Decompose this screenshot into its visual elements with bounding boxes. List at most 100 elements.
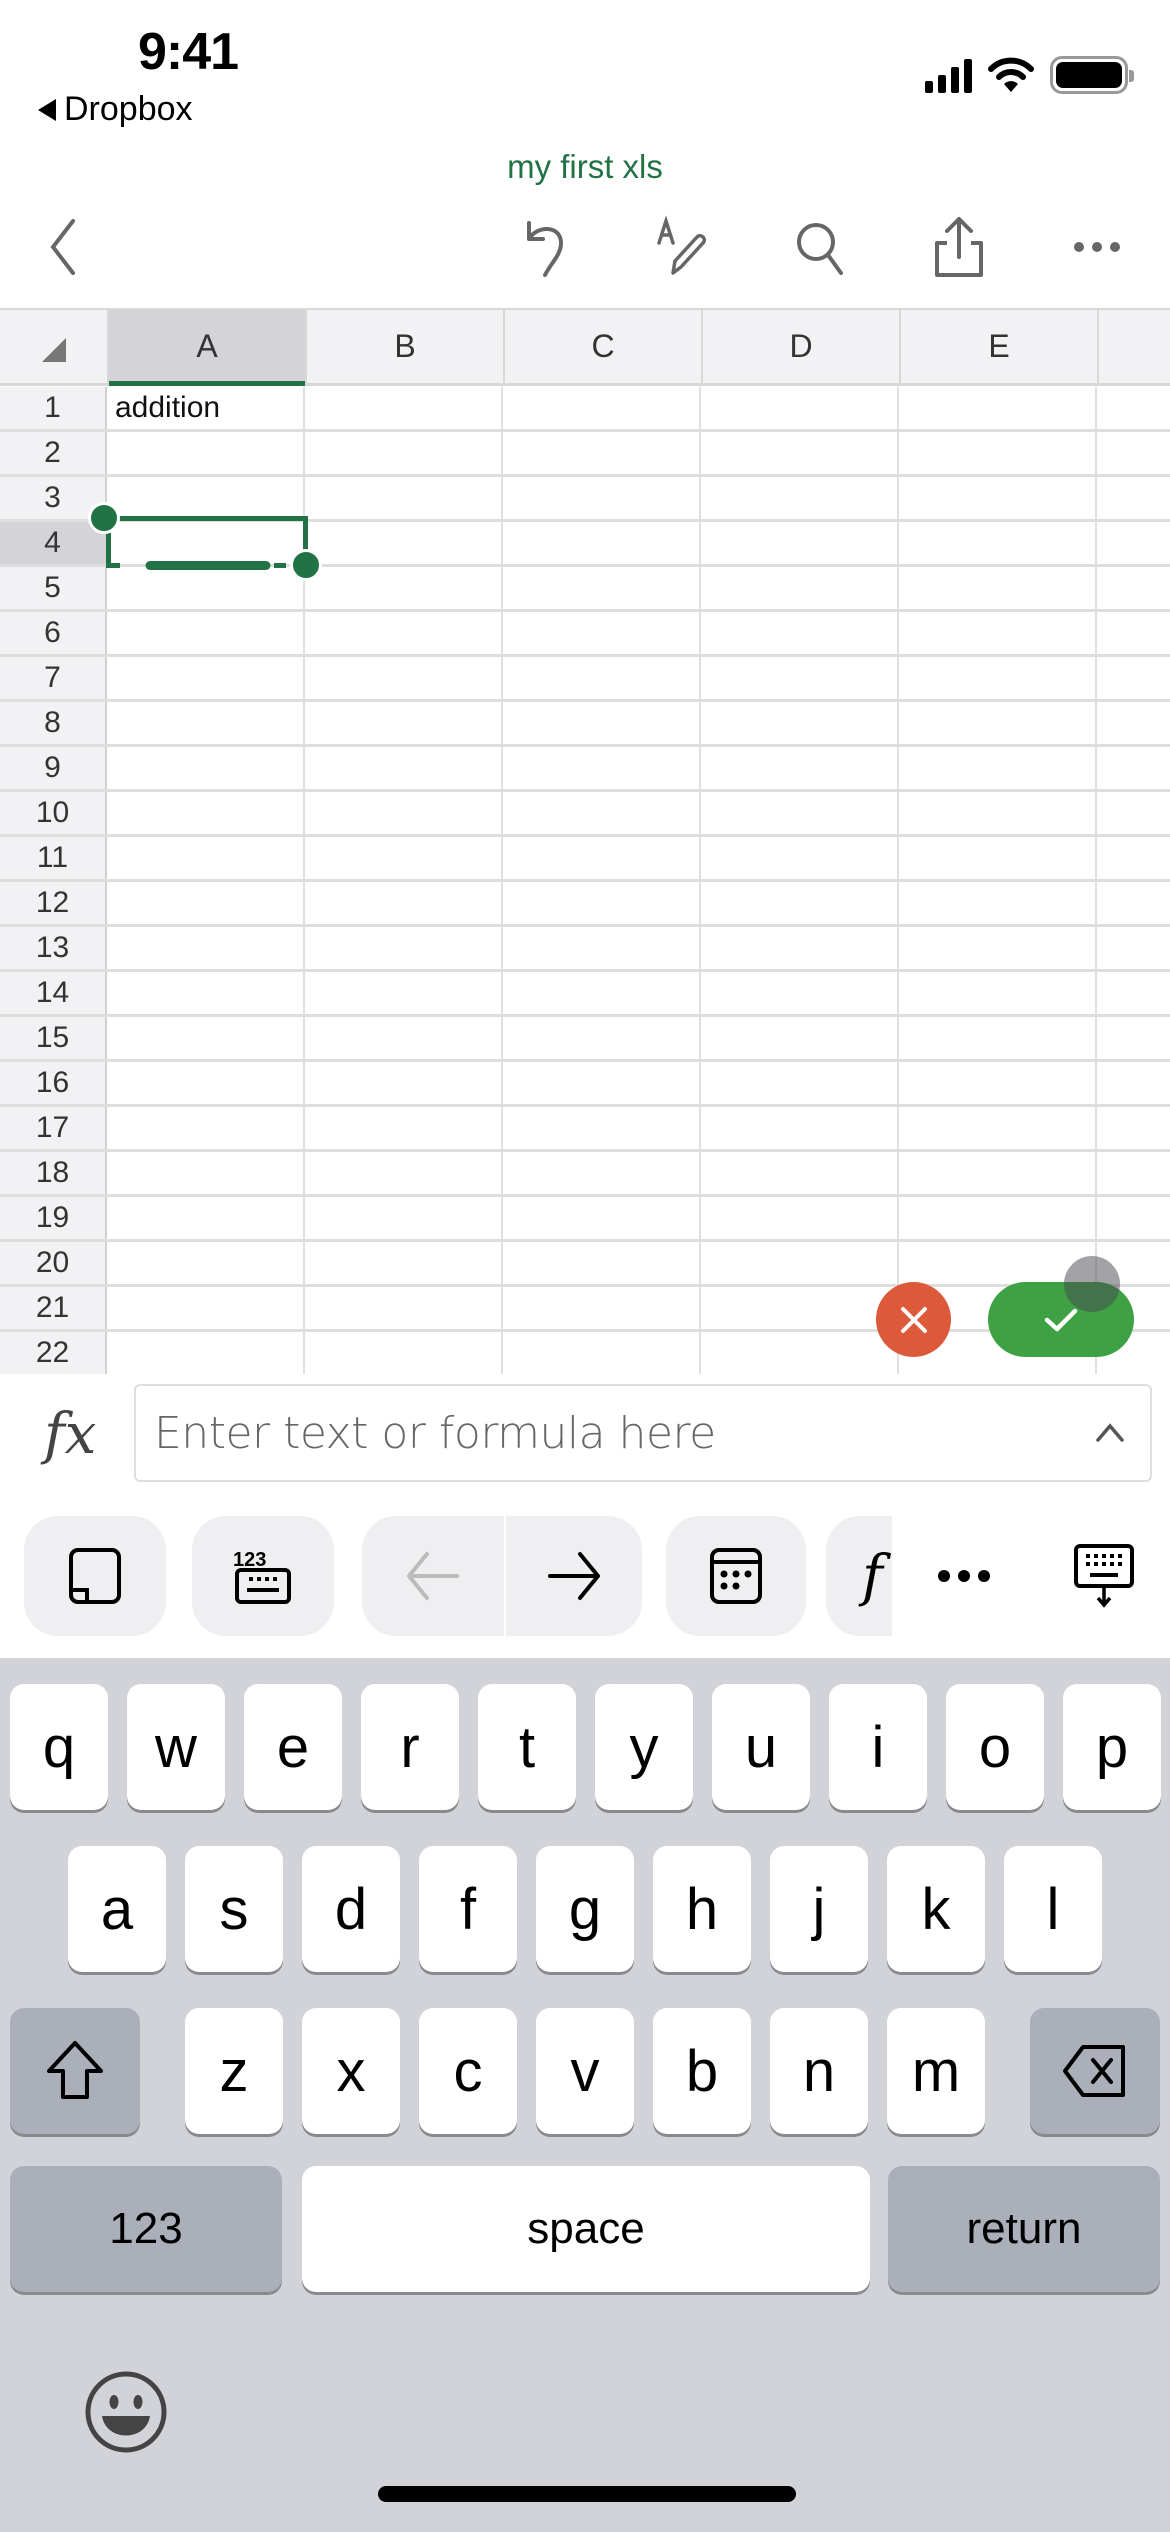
key-u[interactable]: u bbox=[712, 1684, 810, 1810]
cell[interactable] bbox=[701, 747, 899, 789]
key-y[interactable]: y bbox=[595, 1684, 693, 1810]
numbers-key[interactable]: 123 bbox=[10, 2166, 282, 2292]
cell[interactable] bbox=[305, 1242, 503, 1284]
cell[interactable] bbox=[1097, 522, 1170, 564]
cell[interactable]: addition bbox=[107, 387, 305, 429]
key-q[interactable]: q bbox=[10, 1684, 108, 1810]
cell[interactable] bbox=[1097, 927, 1170, 969]
key-g[interactable]: g bbox=[536, 1846, 634, 1972]
cell[interactable] bbox=[107, 1197, 305, 1239]
key-t[interactable]: t bbox=[478, 1684, 576, 1810]
cell[interactable] bbox=[701, 792, 899, 834]
cell[interactable] bbox=[899, 612, 1097, 654]
cell[interactable] bbox=[305, 477, 503, 519]
cell[interactable] bbox=[701, 972, 899, 1014]
cell[interactable] bbox=[899, 567, 1097, 609]
row-header[interactable]: 12 bbox=[0, 882, 107, 924]
cell[interactable] bbox=[305, 1152, 503, 1194]
accessory-more-button[interactable] bbox=[928, 1516, 1000, 1636]
cell[interactable] bbox=[107, 432, 305, 474]
cell[interactable] bbox=[899, 477, 1097, 519]
cell[interactable] bbox=[503, 387, 701, 429]
cell[interactable] bbox=[107, 612, 305, 654]
numeric-keyboard-button[interactable]: 123 bbox=[192, 1516, 334, 1636]
key-r[interactable]: r bbox=[361, 1684, 459, 1810]
selection-handle-top-left[interactable] bbox=[88, 502, 120, 534]
cell[interactable] bbox=[305, 1107, 503, 1149]
row-header[interactable]: 20 bbox=[0, 1242, 107, 1284]
cell[interactable] bbox=[503, 837, 701, 879]
key-c[interactable]: c bbox=[419, 2008, 517, 2134]
shift-key[interactable] bbox=[10, 2008, 140, 2134]
row-header[interactable]: 8 bbox=[0, 702, 107, 744]
row-header[interactable]: 22 bbox=[0, 1332, 107, 1374]
cell[interactable] bbox=[503, 1197, 701, 1239]
cell[interactable] bbox=[701, 387, 899, 429]
cell[interactable] bbox=[899, 837, 1097, 879]
cell[interactable] bbox=[503, 1242, 701, 1284]
move-right-button[interactable] bbox=[506, 1516, 642, 1636]
cell[interactable] bbox=[503, 702, 701, 744]
key-v[interactable]: v bbox=[536, 2008, 634, 2134]
key-x[interactable]: x bbox=[302, 2008, 400, 2134]
formula-input[interactable]: Enter text or formula here bbox=[134, 1384, 1152, 1482]
cell[interactable] bbox=[899, 702, 1097, 744]
column-header-a[interactable]: A bbox=[107, 310, 305, 386]
cell[interactable] bbox=[503, 612, 701, 654]
cell[interactable] bbox=[305, 747, 503, 789]
cell[interactable] bbox=[305, 1062, 503, 1104]
key-f[interactable]: f bbox=[419, 1846, 517, 1972]
cell[interactable] bbox=[107, 747, 305, 789]
cell[interactable] bbox=[701, 1332, 899, 1374]
cell[interactable] bbox=[899, 972, 1097, 1014]
document-title[interactable]: my first xls bbox=[0, 148, 1170, 186]
cell[interactable] bbox=[503, 1062, 701, 1104]
date-button[interactable] bbox=[666, 1516, 806, 1636]
cell[interactable] bbox=[503, 1287, 701, 1329]
key-l[interactable]: l bbox=[1004, 1846, 1102, 1972]
spreadsheet-grid[interactable]: A B C D E 1 addition 2 3 4 5 6 7 8 9 10 11 12 13 14 15 1… bbox=[0, 308, 1170, 1374]
cell[interactable] bbox=[701, 1287, 899, 1329]
key-w[interactable]: w bbox=[127, 1684, 225, 1810]
row-header[interactable]: 10 bbox=[0, 792, 107, 834]
cell[interactable] bbox=[899, 522, 1097, 564]
emoji-icon[interactable] bbox=[84, 2370, 168, 2454]
cell[interactable] bbox=[1097, 1062, 1170, 1104]
key-d[interactable]: d bbox=[302, 1846, 400, 1972]
key-j[interactable]: j bbox=[770, 1846, 868, 1972]
cell[interactable] bbox=[107, 1242, 305, 1284]
cell[interactable] bbox=[701, 1197, 899, 1239]
cell[interactable] bbox=[1097, 702, 1170, 744]
cell[interactable] bbox=[1097, 657, 1170, 699]
cell[interactable] bbox=[701, 882, 899, 924]
cell[interactable] bbox=[1097, 747, 1170, 789]
cell[interactable] bbox=[305, 927, 503, 969]
cell[interactable] bbox=[701, 927, 899, 969]
cancel-edit-button[interactable] bbox=[876, 1282, 951, 1357]
cell[interactable] bbox=[107, 972, 305, 1014]
expand-chevron-up-icon[interactable] bbox=[1090, 1412, 1130, 1452]
cell[interactable] bbox=[107, 477, 305, 519]
cell[interactable] bbox=[305, 657, 503, 699]
cell[interactable] bbox=[1097, 882, 1170, 924]
column-header-e[interactable]: E bbox=[899, 310, 1097, 383]
cell[interactable] bbox=[701, 837, 899, 879]
cell[interactable] bbox=[1097, 432, 1170, 474]
row-header[interactable]: 11 bbox=[0, 837, 107, 879]
cell[interactable] bbox=[107, 1287, 305, 1329]
cell[interactable] bbox=[899, 1152, 1097, 1194]
cell[interactable] bbox=[107, 1062, 305, 1104]
cell[interactable] bbox=[107, 1152, 305, 1194]
cell[interactable] bbox=[701, 1242, 899, 1284]
cell[interactable] bbox=[503, 1152, 701, 1194]
key-b[interactable]: b bbox=[653, 2008, 751, 2134]
cell[interactable] bbox=[503, 1017, 701, 1059]
key-i[interactable]: i bbox=[829, 1684, 927, 1810]
cell[interactable] bbox=[899, 882, 1097, 924]
draw-button[interactable] bbox=[650, 212, 720, 282]
cell[interactable] bbox=[899, 1107, 1097, 1149]
row-header[interactable]: 6 bbox=[0, 612, 107, 654]
search-button[interactable] bbox=[786, 212, 856, 282]
back-button[interactable] bbox=[26, 212, 96, 282]
cell[interactable] bbox=[107, 792, 305, 834]
